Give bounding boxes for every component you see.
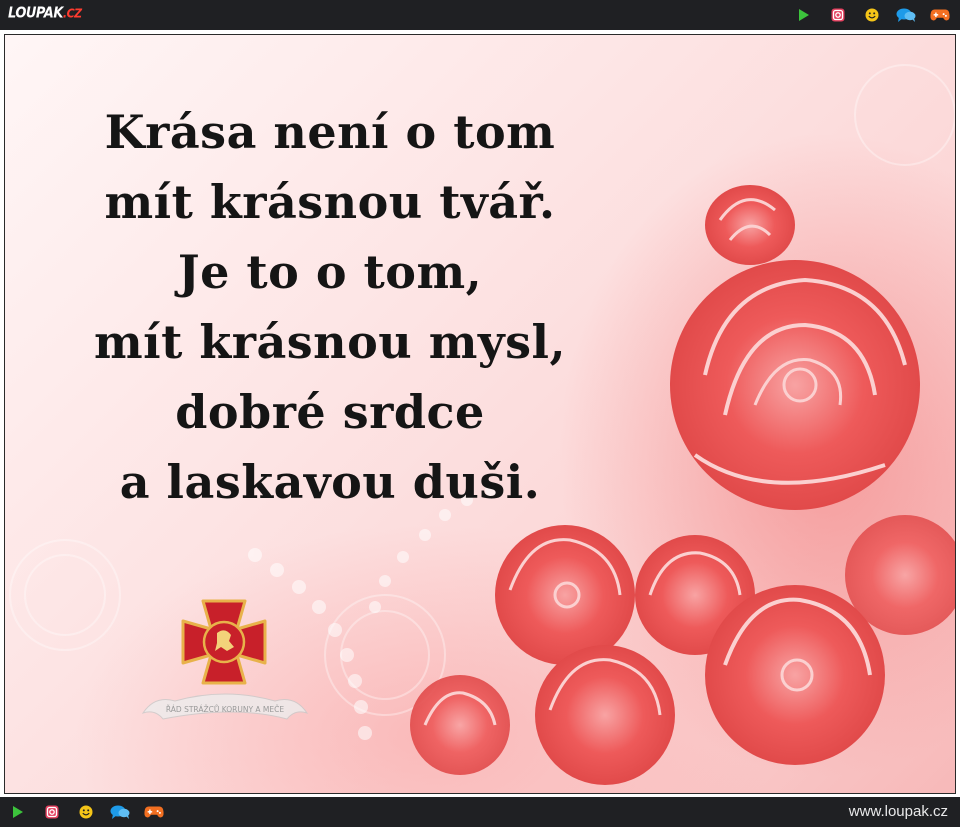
site-url-link[interactable]: www.loupak.cz <box>849 803 948 820</box>
instagram-icon[interactable] <box>42 802 62 822</box>
bottom-bar: www.loupak.cz <box>0 797 960 827</box>
quote-line: Krása není o tom <box>104 105 556 159</box>
quote-text: Krása není o tom mít krásnou tvář. Je to… <box>80 97 580 517</box>
order-emblem: ŘÁD STRÁŽCŮ KORUNY A MEČE <box>141 599 309 720</box>
smiley-icon[interactable] <box>76 802 96 822</box>
top-bar: LOUPAK.CZ <box>0 0 960 30</box>
chat-icon[interactable] <box>110 802 130 822</box>
cross-icon <box>181 599 267 685</box>
quote-line: mít krásnou mysl, <box>93 315 567 369</box>
top-icon-group <box>794 5 950 25</box>
instagram-icon[interactable] <box>828 5 848 25</box>
smiley-icon[interactable] <box>862 5 882 25</box>
rose-bud <box>705 185 795 265</box>
quote-line: Je to o tom, <box>177 245 483 299</box>
gamepad-icon[interactable] <box>144 802 164 822</box>
logo-text: LOUPAK <box>8 4 63 23</box>
quote-line: mít krásnou tvář. <box>104 175 556 229</box>
emblem-caption: ŘÁD STRÁŽCŮ KORUNY A MEČE <box>166 705 284 714</box>
gamepad-icon[interactable] <box>930 5 950 25</box>
quote-line: a laskavou duši. <box>119 455 541 509</box>
play-icon[interactable] <box>794 5 814 25</box>
quote-line: dobré srdce <box>175 385 485 439</box>
logo-tld: .CZ <box>62 6 82 21</box>
chat-icon[interactable] <box>896 5 916 25</box>
site-logo[interactable]: LOUPAK.CZ <box>8 5 82 22</box>
rose-large <box>670 260 920 510</box>
play-icon[interactable] <box>8 802 28 822</box>
bottom-icon-group <box>8 802 178 822</box>
main-image: Krása není o tom mít krásnou tvář. Je to… <box>4 34 956 794</box>
rose-medium <box>410 515 955 785</box>
